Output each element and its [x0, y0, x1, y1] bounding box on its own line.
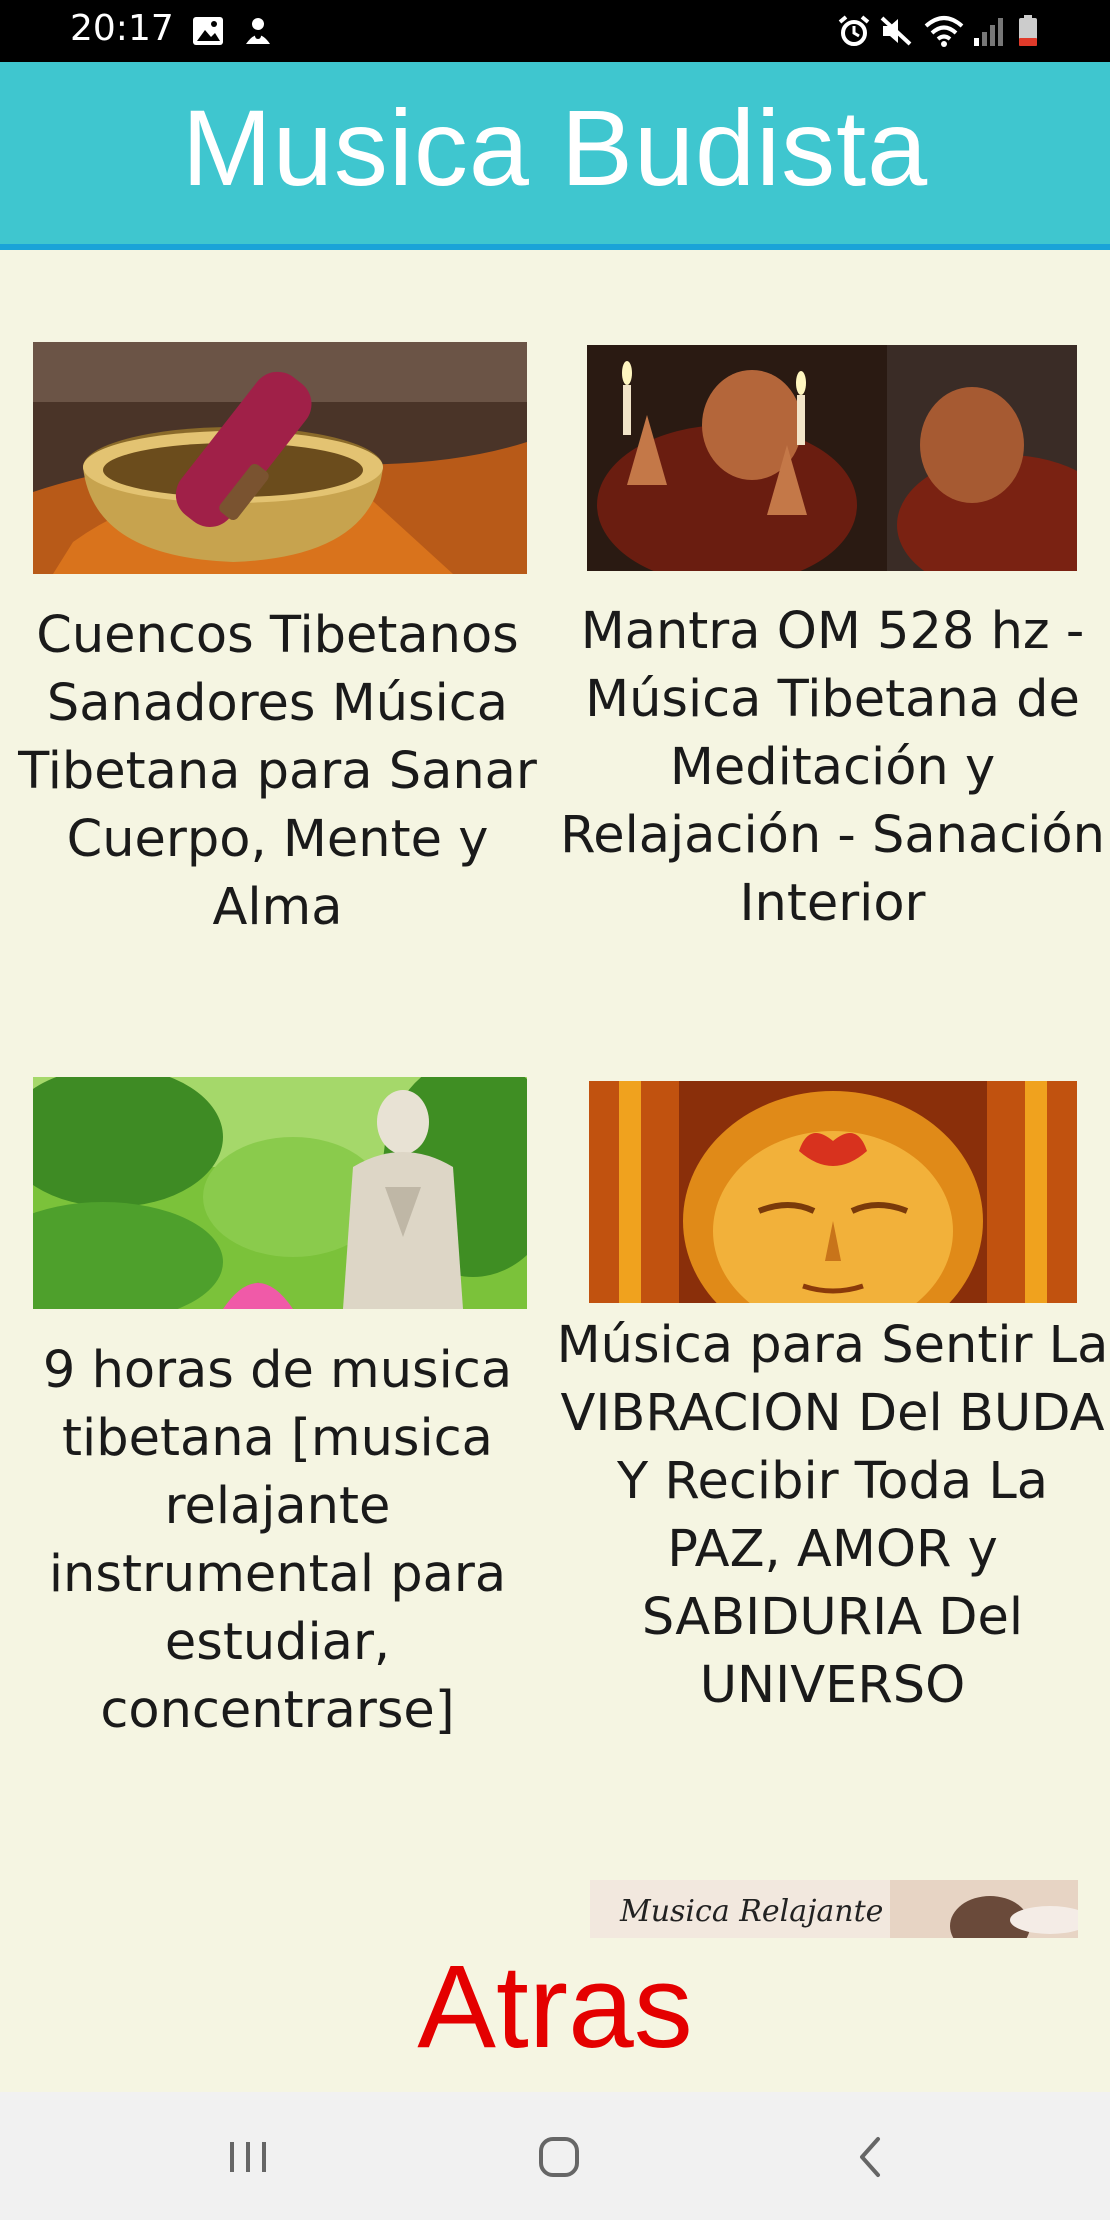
video-card[interactable]: Mantra OM 528 hz - Música Tibetana de Me… — [555, 250, 1110, 950]
status-bar: 20:17 — [0, 0, 1110, 62]
battery-icon — [1016, 14, 1040, 48]
video-thumbnail-musica-relajante[interactable]: Musica Relajante — [590, 1880, 1078, 1938]
system-nav-bar — [0, 2092, 1110, 2220]
video-thumbnail-singing-bowl[interactable] — [33, 342, 527, 574]
video-card[interactable]: Musica Relajante — [555, 1720, 1110, 1938]
back-button[interactable]: Atras — [0, 1948, 1110, 2066]
video-title[interactable]: 9 horas de musica tibetana [musica relaj… — [0, 1337, 555, 1745]
app-title: Musica Budista — [181, 87, 929, 208]
recent-apps-icon[interactable] — [213, 2122, 283, 2192]
home-icon[interactable] — [524, 2122, 594, 2192]
video-card[interactable]: Música para Sentir La VIBRACION Del BUDA… — [555, 985, 1110, 1715]
video-grid[interactable]: Cuencos Tibetanos Sanadores Música Tibet… — [0, 250, 1110, 1938]
video-card[interactable]: 9 horas de musica tibetana [musica relaj… — [0, 985, 555, 1740]
alarm-icon — [836, 14, 872, 48]
status-time: 20:17 — [70, 8, 174, 49]
video-card[interactable]: Cuencos Tibetanos Sanadores Música Tibet… — [0, 250, 555, 950]
signal-icon — [972, 14, 1006, 48]
image-icon — [190, 14, 226, 48]
video-thumbnail-monks-candles[interactable] — [587, 345, 1077, 571]
back-icon[interactable] — [835, 2122, 905, 2192]
notification-app-icon — [240, 14, 276, 48]
video-title[interactable]: Mantra OM 528 hz - Música Tibetana de Me… — [555, 598, 1110, 938]
video-thumbnail-golden-buddha-face[interactable] — [589, 1081, 1077, 1303]
thumbnail-caption: Musica Relajante — [620, 1894, 884, 1929]
video-title[interactable]: Cuencos Tibetanos Sanadores Música Tibet… — [0, 602, 555, 942]
mute-icon — [878, 14, 914, 48]
wifi-icon — [922, 14, 966, 48]
video-thumbnail-buddha-statue-leaves[interactable] — [33, 1077, 527, 1309]
video-title[interactable]: Música para Sentir La VIBRACION Del BUDA… — [555, 1312, 1110, 1720]
app-header: Musica Budista — [0, 62, 1110, 250]
